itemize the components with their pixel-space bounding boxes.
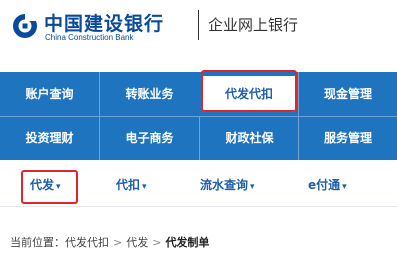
nav-col-divider	[99, 72, 100, 160]
subnav-item-flow-query[interactable]: 流水查询 ▾	[200, 176, 255, 193]
bank-name-en: China Construction Bank	[45, 33, 134, 42]
chevron-down-icon: ▾	[250, 182, 255, 192]
nav-item-finance-social[interactable]: 财政社保	[200, 118, 299, 158]
bank-name-cn: 中国建设银行	[44, 13, 165, 35]
nav-item-investment[interactable]: 投资理财	[0, 118, 99, 158]
breadcrumb-separator: >	[113, 236, 123, 249]
breadcrumb-separator: >	[152, 236, 162, 249]
nav-item-cash-management[interactable]: 现金管理	[299, 74, 397, 114]
subnav-label: e付通	[308, 178, 341, 192]
nav-item-payroll[interactable]: 代发代扣	[203, 76, 295, 112]
subnav-label: 流水查询	[200, 178, 249, 192]
nav-col-divider	[298, 72, 299, 160]
nav-col-divider	[199, 116, 200, 160]
nav-item-transfer[interactable]: 转账业务	[100, 74, 199, 114]
breadcrumb: 当前位置：代发代扣 > 代发 > 代发制单	[10, 234, 209, 250]
subnav-item-payout[interactable]: 代发 ▾	[30, 176, 61, 193]
sub-nav: 代发 ▾ 代扣 ▾ 流水查询 ▾ e付通 ▾	[0, 166, 397, 204]
nav-item-service-management[interactable]: 服务管理	[299, 118, 397, 158]
subnav-item-epay[interactable]: e付通 ▾	[308, 176, 347, 193]
ccb-logo-icon	[13, 13, 38, 38]
chevron-down-icon: ▾	[56, 182, 61, 192]
breadcrumb-bar: 当前位置：代发代扣 > 代发 > 代发制单	[0, 226, 397, 260]
breadcrumb-item[interactable]: 代发	[126, 236, 148, 249]
breadcrumb-item[interactable]: 代发代扣	[65, 236, 109, 249]
breadcrumb-prefix: 当前位置：	[10, 236, 65, 249]
nav-item-account-query[interactable]: 账户查询	[0, 74, 99, 114]
subnav-label: 代扣	[116, 178, 141, 192]
subnav-divider	[0, 206, 397, 207]
header: 中国建设银行 China Construction Bank 企业网上银行	[0, 0, 397, 64]
chevron-down-icon: ▾	[142, 182, 147, 192]
nav-item-ecommerce[interactable]: 电子商务	[100, 118, 199, 158]
breadcrumb-current: 代发制单	[165, 236, 210, 249]
chevron-down-icon: ▾	[342, 182, 347, 192]
site-subtitle: 企业网上银行	[208, 16, 299, 34]
subnav-label: 代发	[30, 178, 55, 192]
subnav-item-deduct[interactable]: 代扣 ▾	[116, 176, 147, 193]
header-divider	[198, 10, 199, 40]
